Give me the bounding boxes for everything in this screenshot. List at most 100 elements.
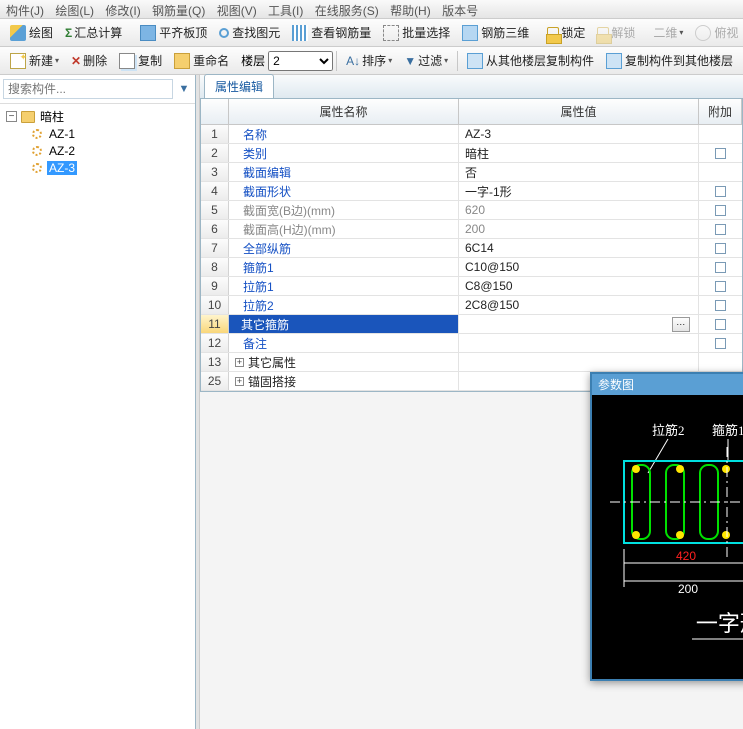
property-row[interactable]: 12备注 (201, 334, 742, 353)
menu-modify[interactable]: 修改(I) (101, 0, 144, 19)
sum-button[interactable]: Σ汇总计算 (60, 22, 127, 43)
property-row[interactable]: 10拉筋22C8@150 (201, 296, 742, 315)
property-row[interactable]: 11其它箍筋⋯ (201, 315, 742, 334)
property-row[interactable]: 4截面形状一字-1形 (201, 182, 742, 201)
prop-additional (699, 258, 742, 276)
expand-icon[interactable]: + (235, 358, 244, 367)
menu-tools[interactable]: 工具(I) (264, 0, 307, 19)
chevron-down-icon: ▾ (55, 56, 59, 65)
new-button[interactable]: ✦新建▾ (5, 50, 64, 71)
prop-name: +锚固搭接 (229, 372, 459, 390)
tree-item-label: AZ-1 (47, 127, 77, 141)
checkbox[interactable] (715, 243, 726, 254)
flat-top-button[interactable]: 平齐板顶 (135, 22, 212, 43)
tree-item[interactable]: AZ-2 (2, 142, 193, 159)
property-row[interactable]: 5截面宽(B边)(mm)620 (201, 201, 742, 220)
component-tree[interactable]: − 暗柱 AZ-1 AZ-2 AZ-3 (0, 104, 195, 729)
checkbox[interactable] (715, 319, 726, 330)
delete-button[interactable]: ✕删除 (66, 50, 112, 71)
checkbox[interactable] (715, 186, 726, 197)
prop-additional (699, 277, 742, 295)
prop-value[interactable]: 200 (459, 220, 699, 238)
find-elem-button[interactable]: 查找图元 (214, 22, 285, 43)
tab-property-edit[interactable]: 属性编辑 (204, 74, 274, 98)
view-rebar-button[interactable]: 查看钢筋量 (287, 22, 376, 43)
label-gujin1: 箍筋1 (712, 423, 743, 438)
menu-rebar[interactable]: 钢筋量(Q) (148, 0, 209, 19)
prop-value[interactable]: AZ-3 (459, 125, 699, 143)
view-2d-button[interactable]: 二维▾ (648, 22, 688, 43)
rename-button[interactable]: 重命名 (169, 50, 234, 71)
right-panel: 属性编辑 属性名称 属性值 附加 1名称AZ-32类别暗柱3截面编辑否4截面形状… (200, 75, 743, 729)
top-view-button[interactable]: 俯视 (690, 22, 743, 43)
property-row[interactable]: 3截面编辑否 (201, 163, 742, 182)
property-grid: 属性名称 属性值 附加 1名称AZ-32类别暗柱3截面编辑否4截面形状一字-1形… (200, 99, 743, 392)
prop-additional (699, 353, 742, 371)
sort-button[interactable]: A↓排序▾ (341, 50, 397, 71)
checkbox[interactable] (715, 281, 726, 292)
ellipsis-button[interactable]: ⋯ (672, 317, 690, 332)
menu-version[interactable]: 版本号 (438, 0, 482, 19)
property-row[interactable]: 2类别暗柱 (201, 144, 742, 163)
menu-online[interactable]: 在线服务(S) (311, 0, 383, 19)
checkbox[interactable] (715, 224, 726, 235)
property-row[interactable]: 6截面高(H边)(mm)200 (201, 220, 742, 239)
tree-item-selected[interactable]: AZ-3 (2, 159, 193, 176)
property-row[interactable]: 8箍筋1C10@150 (201, 258, 742, 277)
menu-component[interactable]: 构件(J) (2, 0, 48, 19)
lock-button[interactable]: 锁定 (542, 22, 590, 43)
prop-additional (699, 163, 742, 181)
unlock-button[interactable]: 解锁 (592, 22, 640, 43)
svg-text:200: 200 (678, 582, 698, 596)
rebar-3d-button[interactable]: 钢筋三维 (457, 22, 534, 43)
expand-icon[interactable]: + (235, 377, 244, 386)
row-number: 2 (201, 144, 229, 162)
collapse-icon[interactable]: − (6, 111, 17, 122)
checkbox[interactable] (715, 148, 726, 159)
toolbar-secondary: ✦新建▾ ✕删除 复制 重命名 楼层 2 A↓排序▾ ▼过滤▾ 从其他楼层复制构… (0, 47, 743, 75)
batch-select-button[interactable]: 批量选择 (378, 22, 455, 43)
checkbox[interactable] (715, 300, 726, 311)
prop-value[interactable] (459, 353, 699, 371)
gear-icon (30, 127, 44, 141)
copy-button[interactable]: 复制 (114, 50, 167, 71)
property-row[interactable]: 1名称AZ-3 (201, 125, 742, 144)
search-input[interactable] (3, 79, 173, 99)
flat-icon (140, 25, 156, 41)
copy-to-floor-button[interactable]: 复制构件到其他楼层 (601, 50, 738, 71)
menu-help[interactable]: 帮助(H) (386, 0, 435, 19)
tree-root[interactable]: − 暗柱 (2, 108, 193, 125)
param-diagram-popup: 参数图 拉筋2 箍筋1 拉筋1 (590, 372, 743, 681)
checkbox[interactable] (715, 262, 726, 273)
draw-button[interactable]: 绘图 (5, 22, 58, 43)
property-row[interactable]: 13+其它属性 (201, 353, 742, 372)
prop-value[interactable]: 6C14 (459, 239, 699, 257)
prop-name: 截面高(H边)(mm) (229, 220, 459, 238)
prop-value[interactable]: 620 (459, 201, 699, 219)
checkbox[interactable] (715, 205, 726, 216)
prop-value[interactable]: 暗柱 (459, 144, 699, 162)
select-icon (383, 25, 399, 41)
prop-value[interactable] (459, 334, 699, 352)
prop-value[interactable]: 否 (459, 163, 699, 181)
property-row[interactable]: 7全部纵筋6C14 (201, 239, 742, 258)
tree-item[interactable]: AZ-1 (2, 125, 193, 142)
gear-icon (30, 144, 44, 158)
header-additional: 附加 (699, 99, 742, 124)
filter-icon[interactable]: ▼ (176, 81, 192, 97)
menu-view[interactable]: 视图(V) (213, 0, 261, 19)
filter-button[interactable]: ▼过滤▾ (399, 50, 453, 71)
floor-select[interactable]: 2 (268, 51, 333, 71)
prop-value[interactable]: 一字-1形 (459, 182, 699, 200)
property-row[interactable]: 9拉筋1C8@150 (201, 277, 742, 296)
prop-value[interactable]: C8@150 (459, 277, 699, 295)
prop-value[interactable]: C10@150 (459, 258, 699, 276)
row-number: 8 (201, 258, 229, 276)
menubar: 构件(J) 绘图(L) 修改(I) 钢筋量(Q) 视图(V) 工具(I) 在线服… (0, 0, 743, 19)
prop-value[interactable]: ⋯ (459, 315, 699, 333)
copy-from-floor-button[interactable]: 从其他楼层复制构件 (462, 50, 599, 71)
row-number: 13 (201, 353, 229, 371)
checkbox[interactable] (715, 338, 726, 349)
menu-draw[interactable]: 绘图(L) (51, 0, 98, 19)
prop-value[interactable]: 2C8@150 (459, 296, 699, 314)
